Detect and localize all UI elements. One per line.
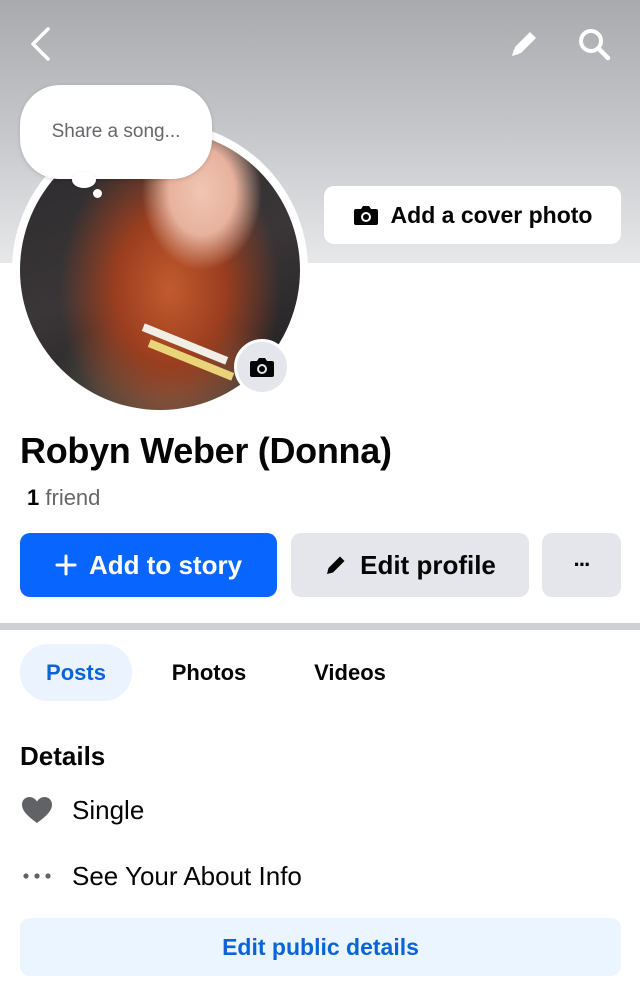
see-about-info-link[interactable]: See Your About Info [20, 856, 302, 896]
detail-relationship-label: Single [72, 794, 145, 825]
friend-count-label: friend [45, 485, 101, 510]
tab-videos[interactable]: Videos [290, 644, 410, 701]
note-placeholder: Share a song... [51, 121, 181, 142]
pencil-icon [512, 32, 536, 56]
section-divider [0, 623, 640, 630]
heart-icon [20, 794, 54, 826]
see-about-info-label: See Your About Info [72, 860, 302, 891]
friend-count-number: 1 [27, 485, 40, 510]
edit-public-details-label: Edit public details [222, 933, 419, 960]
note-bubble[interactable]: Share a song... [20, 85, 212, 179]
profile-name: Robyn Weber (Donna) [20, 430, 392, 471]
add-cover-photo-button[interactable]: Add a cover photo [324, 186, 621, 244]
plus-icon [55, 554, 77, 576]
note-bubble-tail-dot [93, 189, 102, 198]
camera-icon [353, 206, 378, 225]
back-button[interactable] [18, 22, 62, 66]
note-bubble-tail [72, 172, 96, 188]
details-heading: Details [20, 741, 106, 771]
edit-public-details-button[interactable]: Edit public details [20, 918, 621, 976]
add-to-story-button[interactable]: Add to story [20, 533, 277, 597]
search-icon [579, 29, 611, 61]
pencil-icon [327, 556, 345, 574]
edit-button[interactable] [500, 20, 548, 68]
search-button[interactable] [570, 20, 618, 68]
change-profile-picture-button[interactable] [234, 339, 290, 395]
add-to-story-label: Add to story [88, 549, 243, 580]
edit-profile-label: Edit profile [360, 549, 496, 580]
more-dots-icon: ··· [573, 552, 592, 577]
edit-profile-button[interactable]: Edit profile [291, 533, 529, 597]
tab-photos[interactable]: Photos [146, 644, 272, 701]
tab-posts[interactable]: Posts [20, 644, 132, 701]
more-options-button[interactable]: ··· [542, 533, 621, 597]
detail-relationship: Single [20, 790, 144, 830]
more-dots-icon [20, 860, 54, 892]
friend-count[interactable]: 1 friend [27, 485, 100, 511]
camera-icon [250, 358, 274, 377]
add-cover-photo-label: Add a cover photo [390, 201, 593, 228]
chevron-left-icon [31, 27, 50, 61]
